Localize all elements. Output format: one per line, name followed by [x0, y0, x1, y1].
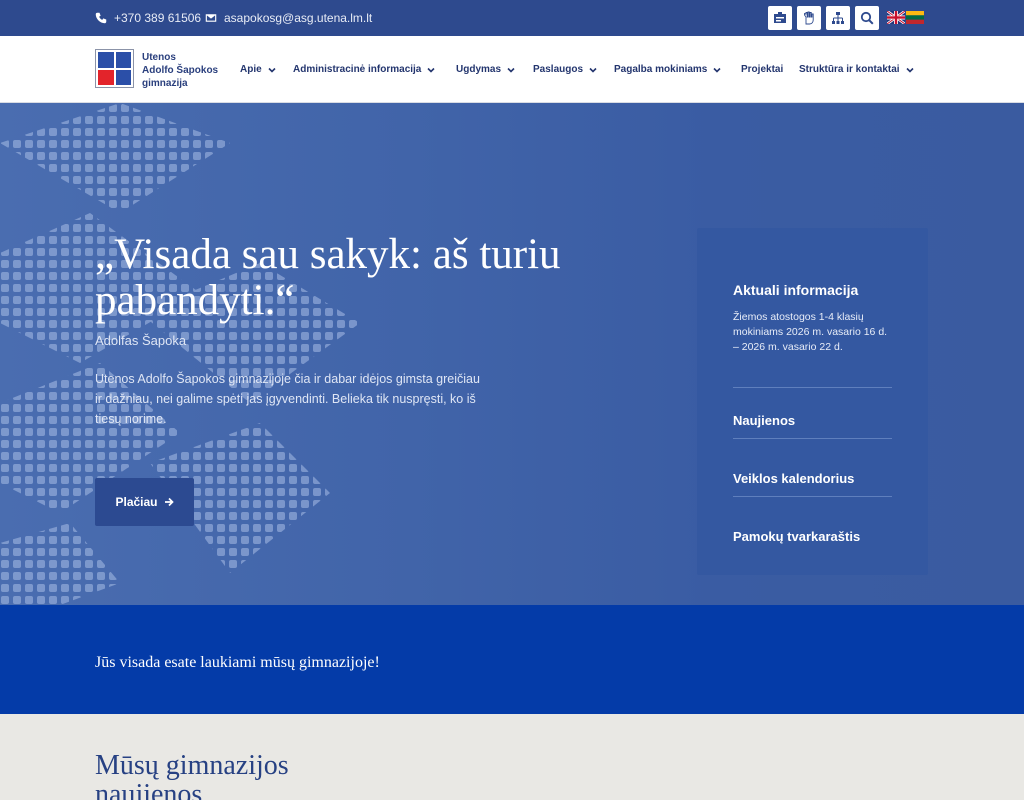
quote-author: Adolfas Šapoka	[95, 333, 187, 348]
nav-item-label: Ugdymas	[456, 64, 502, 75]
nav-item-label: Projektai	[741, 64, 784, 75]
nav-item-ugdymas[interactable]: Ugdymas	[456, 64, 515, 75]
school-name-line3: gimnazija	[142, 78, 188, 89]
welcome-band: Jūs visada esate laukiami mūsų gimnazijo…	[0, 605, 1024, 714]
nav-item-pagalba-mokiniams[interactable]: Pagalba mokiniams	[614, 64, 721, 75]
phone-icon	[95, 12, 107, 24]
lithuanian-flag-icon[interactable]	[906, 11, 924, 24]
nav-item-label: Administracinė informacija	[293, 64, 422, 75]
search-button[interactable]	[855, 6, 879, 30]
news-link[interactable]: Naujienos	[733, 413, 795, 428]
news-section: Mūsų gimnazijos naujienos	[0, 714, 1024, 800]
hero-quote-line2: pabandyti.“	[95, 277, 295, 324]
divider	[733, 438, 892, 439]
chevron-down-icon	[427, 67, 435, 73]
current-info-title: Aktuali informacija	[733, 282, 859, 298]
activity-calendar-link[interactable]: Veiklos kalendorius	[733, 471, 854, 486]
school-name-line2: Adolfo Šapokos	[142, 65, 219, 76]
lesson-schedule-link[interactable]: Pamokų tvarkaraštis	[733, 529, 860, 544]
site-header: Utenos Adolfo Šapokos gimnazija Apie Adm…	[0, 36, 1024, 103]
nav-item-paslaugos[interactable]: Paslaugos	[533, 64, 597, 75]
hero-description: Utenos Adolfo Šapokos gimnazijoje čia ir…	[95, 372, 480, 426]
chevron-down-icon	[507, 67, 515, 73]
more-button-label: Plačiau	[115, 495, 158, 509]
sign-language-icon	[804, 11, 814, 25]
chevron-down-icon	[268, 67, 276, 73]
envelope-icon	[205, 14, 217, 22]
welcome-text: Jūs visada esate laukiami mūsų gimnazijo…	[95, 654, 380, 671]
hero-section: „Visada sau sakyk: aš turiu pabandyti.“ …	[0, 103, 1024, 605]
sign-language-button[interactable]	[797, 6, 821, 30]
nav-item-projektai[interactable]: Projektai	[741, 64, 783, 75]
email-link[interactable]: asapokosg@asg.utena.lm.lt	[205, 11, 372, 25]
nav-item-label: Paslaugos	[533, 64, 584, 75]
sitemap-icon	[832, 12, 844, 24]
easy-read-icon	[774, 12, 786, 23]
more-button[interactable]: Plačiau	[95, 478, 194, 526]
chevron-down-icon	[589, 67, 597, 73]
nav-item-apie[interactable]: Apie	[240, 64, 276, 75]
english-flag-icon[interactable]	[887, 11, 905, 24]
divider	[733, 496, 892, 497]
news-section-title: Mūsų gimnazijos naujienos	[95, 750, 289, 800]
school-name[interactable]: Utenos Adolfo Šapokos gimnazija	[142, 51, 218, 90]
current-info-panel: Aktuali informacija Žiemos atostogos 1-4…	[697, 228, 928, 575]
search-icon	[860, 11, 874, 25]
nav-item-label: Apie	[240, 64, 262, 75]
woven-pattern-background	[0, 103, 360, 605]
easy-read-button[interactable]	[768, 6, 792, 30]
chevron-down-icon	[713, 67, 721, 73]
top-bar: +370 389 61506 asapokosg@asg.utena.lm.lt	[0, 0, 1024, 36]
hero-quote: „Visada sau sakyk: aš turiu pabandyti.“	[95, 232, 635, 324]
nav-item-administracine-informacija[interactable]: Administracinė informacija	[293, 64, 435, 75]
chevron-down-icon	[906, 67, 914, 73]
phone-number: +370 389 61506	[114, 11, 202, 25]
school-logo[interactable]	[95, 49, 134, 88]
nav-item-label: Struktūra ir kontaktai	[799, 64, 900, 75]
divider	[733, 387, 892, 388]
school-name-line1: Utenos	[142, 52, 176, 63]
phone-link[interactable]: +370 389 61506	[95, 11, 201, 25]
hero-quote-line1: „Visada sau sakyk: aš turiu	[95, 231, 561, 278]
arrow-right-icon	[164, 497, 174, 507]
email-address: asapokosg@asg.utena.lm.lt	[224, 11, 373, 25]
nav-item-label: Pagalba mokiniams	[614, 64, 708, 75]
current-info-text: Žiemos atostogos 1-4 klasių mokiniams 20…	[733, 311, 888, 353]
sitemap-button[interactable]	[826, 6, 850, 30]
nav-item-struktura-ir-kontaktai[interactable]: Struktūra ir kontaktai	[799, 64, 914, 75]
